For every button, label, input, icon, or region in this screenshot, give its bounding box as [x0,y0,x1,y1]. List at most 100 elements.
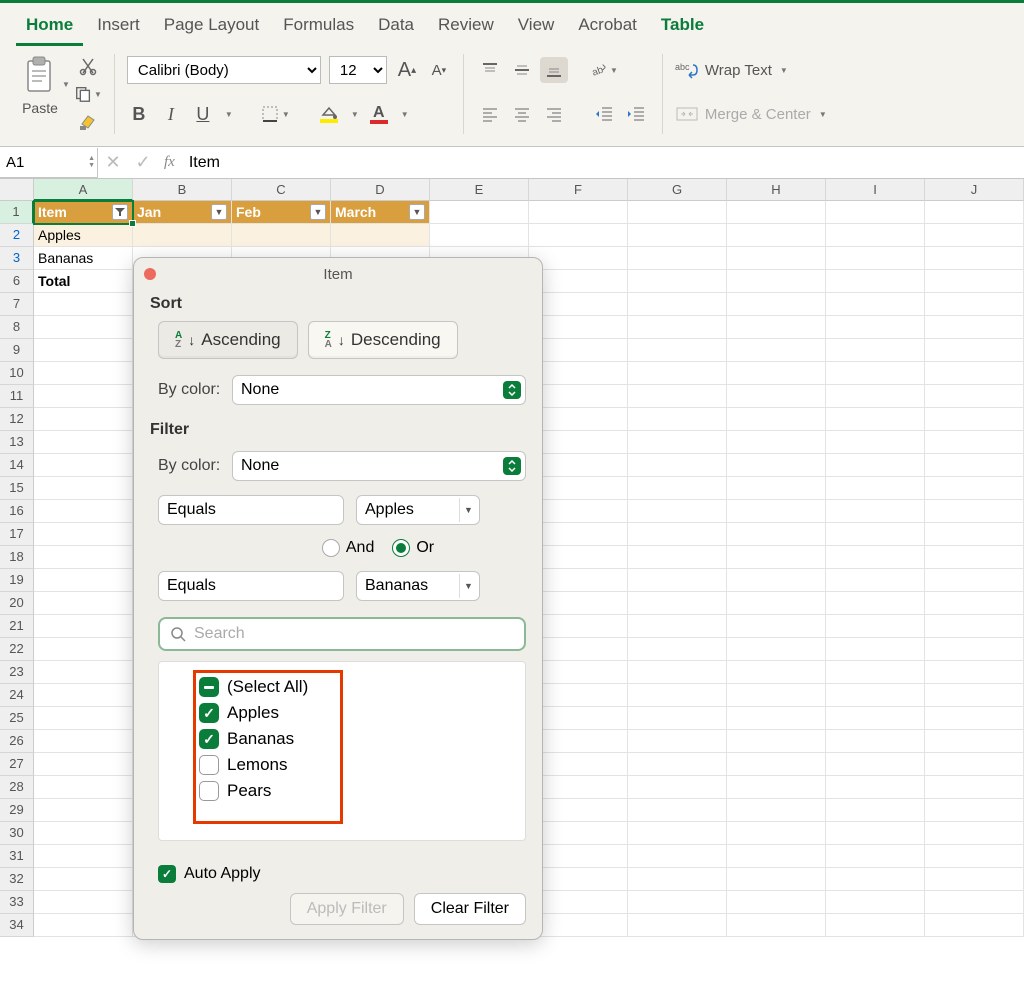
cell[interactable] [727,385,826,408]
cell[interactable] [925,845,1024,868]
cell[interactable] [34,868,133,891]
cell[interactable] [628,247,727,270]
cell[interactable] [925,408,1024,431]
cell[interactable] [529,799,628,822]
cell[interactable] [727,730,826,753]
tab-insert[interactable]: Insert [87,9,150,46]
cell[interactable] [34,546,133,569]
row-header[interactable]: 20 [0,592,34,615]
cell[interactable] [529,546,628,569]
filter-checkbox-item[interactable]: Pears [199,778,515,804]
cell[interactable] [529,822,628,845]
cell[interactable] [34,293,133,316]
row-header[interactable]: 3 [0,247,34,270]
cell[interactable] [628,477,727,500]
cell[interactable] [727,799,826,822]
cell[interactable] [925,776,1024,799]
cell[interactable] [826,776,925,799]
cell[interactable] [826,592,925,615]
cell[interactable] [529,339,628,362]
cell[interactable] [826,868,925,891]
row-header[interactable]: 16 [0,500,34,523]
cell[interactable] [34,523,133,546]
cell[interactable] [925,615,1024,638]
tab-home[interactable]: Home [16,9,83,46]
cell[interactable] [529,500,628,523]
cell[interactable] [925,753,1024,776]
cell[interactable] [925,270,1024,293]
row-header[interactable]: 17 [0,523,34,546]
cell[interactable] [34,592,133,615]
cell[interactable] [628,500,727,523]
checkbox[interactable] [199,729,219,749]
name-box[interactable]: A1 ▲▼ [0,148,98,178]
col-header-e[interactable]: E [430,179,529,201]
cell[interactable] [34,500,133,523]
row-header[interactable]: 2 [0,224,34,247]
cell[interactable] [34,615,133,638]
cell[interactable] [826,362,925,385]
fill-color-button[interactable] [317,105,341,123]
cell[interactable] [34,569,133,592]
cell[interactable] [529,270,628,293]
cell[interactable] [529,224,628,247]
cell[interactable] [34,385,133,408]
row-header[interactable]: 27 [0,753,34,776]
or-radio[interactable]: Or [392,539,434,557]
cell[interactable] [34,408,133,431]
cell[interactable] [727,477,826,500]
cell[interactable] [727,293,826,316]
cell[interactable] [628,408,727,431]
cell[interactable] [727,707,826,730]
tab-acrobat[interactable]: Acrobat [568,9,647,46]
col-header-g[interactable]: G [628,179,727,201]
cell[interactable] [925,224,1024,247]
cell[interactable] [925,477,1024,500]
cell[interactable] [628,431,727,454]
cell[interactable] [826,891,925,914]
merge-center-button[interactable]: Merge & Center ▼ [675,98,827,130]
cell[interactable] [826,569,925,592]
chevron-down-icon[interactable]: ▼ [351,110,359,119]
cell[interactable] [727,822,826,845]
cell[interactable] [628,362,727,385]
chevron-down-icon[interactable]: ▼ [62,80,70,89]
cell[interactable] [727,201,826,224]
row-header[interactable]: 21 [0,615,34,638]
cell[interactable] [34,316,133,339]
cell[interactable] [826,385,925,408]
cell[interactable] [826,500,925,523]
cell[interactable] [34,845,133,868]
cell[interactable] [925,707,1024,730]
checkbox[interactable] [199,755,219,775]
cell[interactable] [628,638,727,661]
cell[interactable] [925,293,1024,316]
align-middle-button[interactable] [508,57,536,83]
cell[interactable] [628,707,727,730]
cell[interactable] [34,730,133,753]
cell[interactable] [727,684,826,707]
cell[interactable] [628,569,727,592]
filter-dropdown-icon[interactable]: ▼ [310,204,326,220]
align-bottom-button[interactable] [540,57,568,83]
row-header[interactable]: 24 [0,684,34,707]
cell[interactable] [529,592,628,615]
cell[interactable] [529,707,628,730]
cell[interactable] [826,615,925,638]
cell[interactable] [727,661,826,684]
row-header[interactable]: 29 [0,799,34,822]
cell[interactable] [826,431,925,454]
cell[interactable] [34,339,133,362]
cell[interactable] [628,201,727,224]
row-header[interactable]: 34 [0,914,34,937]
row-header[interactable]: 26 [0,730,34,753]
cell[interactable] [232,224,331,247]
cell[interactable] [529,201,628,224]
cell[interactable]: Bananas [34,247,133,270]
cell[interactable]: Total [34,270,133,293]
row-header[interactable]: 18 [0,546,34,569]
cell[interactable] [727,362,826,385]
cell[interactable] [628,523,727,546]
chevron-down-icon[interactable]: ▼ [225,110,233,119]
cell[interactable] [727,592,826,615]
